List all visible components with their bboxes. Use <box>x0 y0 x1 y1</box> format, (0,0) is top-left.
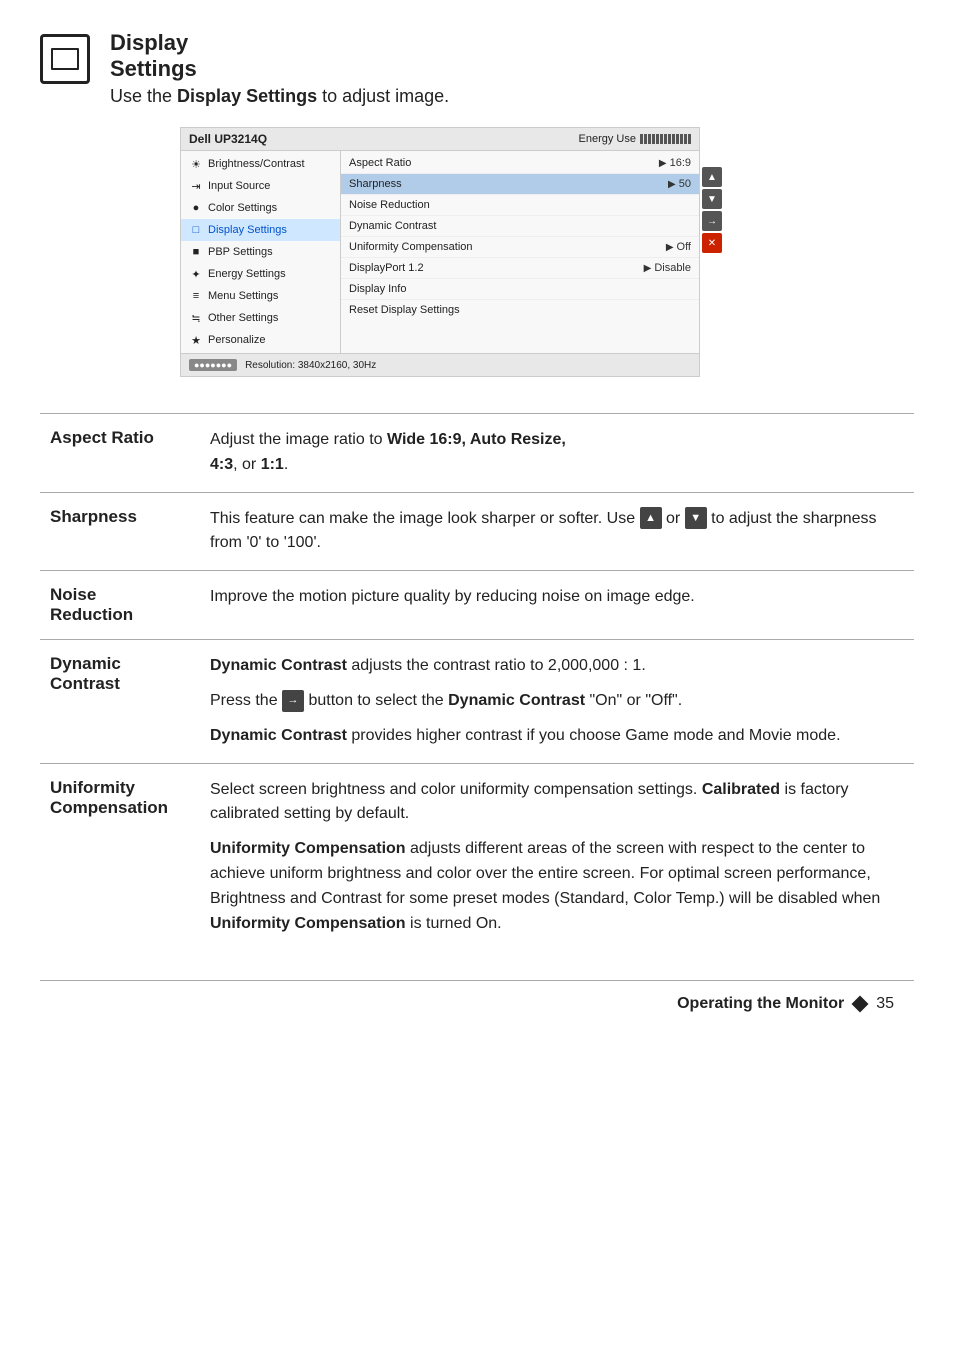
content-table: Aspect Ratio Adjust the image ratio to W… <box>40 413 914 950</box>
table-row: NoiseReduction Improve the motion pictur… <box>40 571 914 640</box>
osd-menu-item-brightness[interactable]: ☀Brightness/Contrast <box>181 153 340 175</box>
desc-uniformity-compensation: Select screen brightness and color unifo… <box>200 763 914 950</box>
osd-submenu-item-7[interactable]: Reset Display Settings <box>341 300 699 320</box>
footer-diamond-icon <box>852 996 869 1013</box>
osd-menu-item-input[interactable]: ⇥Input Source <box>181 175 340 197</box>
nav-right-button[interactable]: → <box>702 211 722 231</box>
osd-resolution: Resolution: 3840x2160, 30Hz <box>245 360 376 371</box>
osd-submenu-item-1[interactable]: Sharpness▶50 <box>341 174 699 195</box>
term-dynamic-contrast: DynamicContrast <box>40 640 200 763</box>
menu-icon-energy: ✦ <box>189 267 203 281</box>
menu-icon-display: □ <box>189 223 203 237</box>
top-section: Display Settings Use the Display Setting… <box>40 30 914 107</box>
desc-noise-reduction: Improve the motion picture quality by re… <box>200 571 914 640</box>
desc-sharpness: This feature can make the image look sha… <box>200 492 914 571</box>
term-aspect-ratio: Aspect Ratio <box>40 414 200 493</box>
osd-menu-item-menu[interactable]: ≡Menu Settings <box>181 285 340 307</box>
up-arrow-icon: ▲ <box>640 507 662 529</box>
menu-icon-input: ⇥ <box>189 179 203 193</box>
menu-icon-personalize: ★ <box>189 333 203 347</box>
osd-title-bar: Dell UP3214Q Energy Use <box>181 128 699 151</box>
osd-menu-item-personalize[interactable]: ★Personalize <box>181 329 340 351</box>
menu-icon-brightness: ☀ <box>189 157 203 171</box>
osd-submenu-item-3[interactable]: Dynamic Contrast <box>341 216 699 237</box>
nav-up-button[interactable]: ▲ <box>702 167 722 187</box>
osd-submenu-item-2[interactable]: Noise Reduction <box>341 195 699 216</box>
osd-submenu-item-5[interactable]: DisplayPort 1.2▶Disable <box>341 258 699 279</box>
page-footer: Operating the Monitor 35 <box>40 980 914 1013</box>
table-row: DynamicContrast Dynamic Contrast adjusts… <box>40 640 914 763</box>
display-icon <box>40 34 90 84</box>
table-row: Sharpness This feature can make the imag… <box>40 492 914 571</box>
energy-bar-visual <box>640 134 691 144</box>
term-sharpness: Sharpness <box>40 492 200 571</box>
down-arrow-icon: ▼ <box>685 507 707 529</box>
nav-close-button[interactable]: ✕ <box>702 233 722 253</box>
osd-menu-item-pbp[interactable]: ■PBP Settings <box>181 241 340 263</box>
osd-monitor-ui: Dell UP3214Q Energy Use ☀Brightness/Cont… <box>180 127 700 377</box>
osd-menu-item-display[interactable]: □Display Settings <box>181 219 340 241</box>
osd-submenu: Aspect Ratio▶16:9Sharpness▶50Noise Reduc… <box>341 151 699 353</box>
header-description: Use the Display Settings to adjust image… <box>110 86 449 107</box>
osd-menu-item-energy[interactable]: ✦Energy Settings <box>181 263 340 285</box>
menu-icon-menu: ≡ <box>189 289 203 303</box>
osd-submenu-item-4[interactable]: Uniformity Compensation▶Off <box>341 237 699 258</box>
osd-body: ☀Brightness/Contrast⇥Input Source●Color … <box>181 151 699 353</box>
table-row: UniformityCompensation Select screen bri… <box>40 763 914 950</box>
right-arrow-icon: → <box>282 690 304 712</box>
menu-icon-pbp: ■ <box>189 245 203 259</box>
page-number: 35 <box>876 995 894 1013</box>
desc-dynamic-contrast: Dynamic Contrast adjusts the contrast ra… <box>200 640 914 763</box>
osd-monitor-name: Dell UP3214Q <box>189 132 267 146</box>
term-noise-reduction: NoiseReduction <box>40 571 200 640</box>
monitor-icon-inner <box>51 48 79 70</box>
osd-nav-buttons[interactable]: ▲ ▼ → ✕ <box>702 167 722 253</box>
menu-icon-color: ● <box>189 201 203 215</box>
energy-bar: Energy Use <box>579 133 691 145</box>
table-row: Aspect Ratio Adjust the image ratio to W… <box>40 414 914 493</box>
osd-submenu-item-6[interactable]: Display Info <box>341 279 699 300</box>
osd-menu: ☀Brightness/Contrast⇥Input Source●Color … <box>181 151 341 353</box>
osd-connector: ●●●●●●● <box>189 359 237 371</box>
nav-down-button[interactable]: ▼ <box>702 189 722 209</box>
osd-menu-item-color[interactable]: ●Color Settings <box>181 197 340 219</box>
menu-icon-other: ≒ <box>189 311 203 325</box>
osd-footer: ●●●●●●● Resolution: 3840x2160, 30Hz <box>181 353 699 376</box>
osd-menu-item-other[interactable]: ≒Other Settings <box>181 307 340 329</box>
desc-aspect-ratio: Adjust the image ratio to Wide 16:9, Aut… <box>200 414 914 493</box>
osd-submenu-item-0[interactable]: Aspect Ratio▶16:9 <box>341 153 699 174</box>
page-title: Display Settings <box>110 30 449 82</box>
header-text: Display Settings Use the Display Setting… <box>110 30 449 107</box>
footer-text: Operating the Monitor <box>677 995 844 1013</box>
term-uniformity-compensation: UniformityCompensation <box>40 763 200 950</box>
